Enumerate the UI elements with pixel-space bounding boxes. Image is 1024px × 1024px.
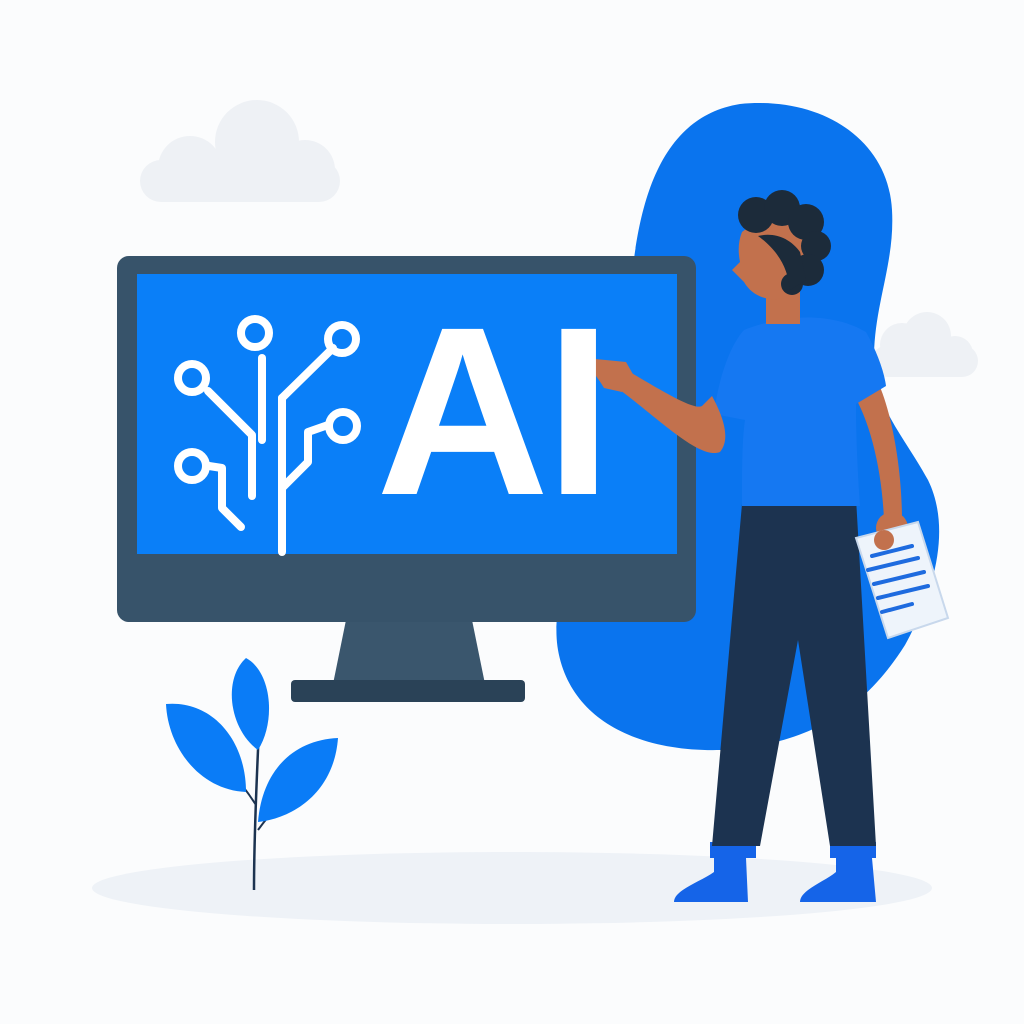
monitor-stand-neck [333,620,485,684]
ground-shadow [92,852,932,924]
screen-headline: AI [376,277,612,545]
ai-illustration-scene: AI [0,0,1024,1024]
cloud-left [140,100,340,202]
plant-leaf-left [166,703,246,792]
cloud-right [872,312,978,377]
plant-leaf-right [258,738,338,822]
monitor-stand-base [291,680,525,702]
fingers-right [874,530,894,550]
plant-leaf-top [231,658,270,750]
